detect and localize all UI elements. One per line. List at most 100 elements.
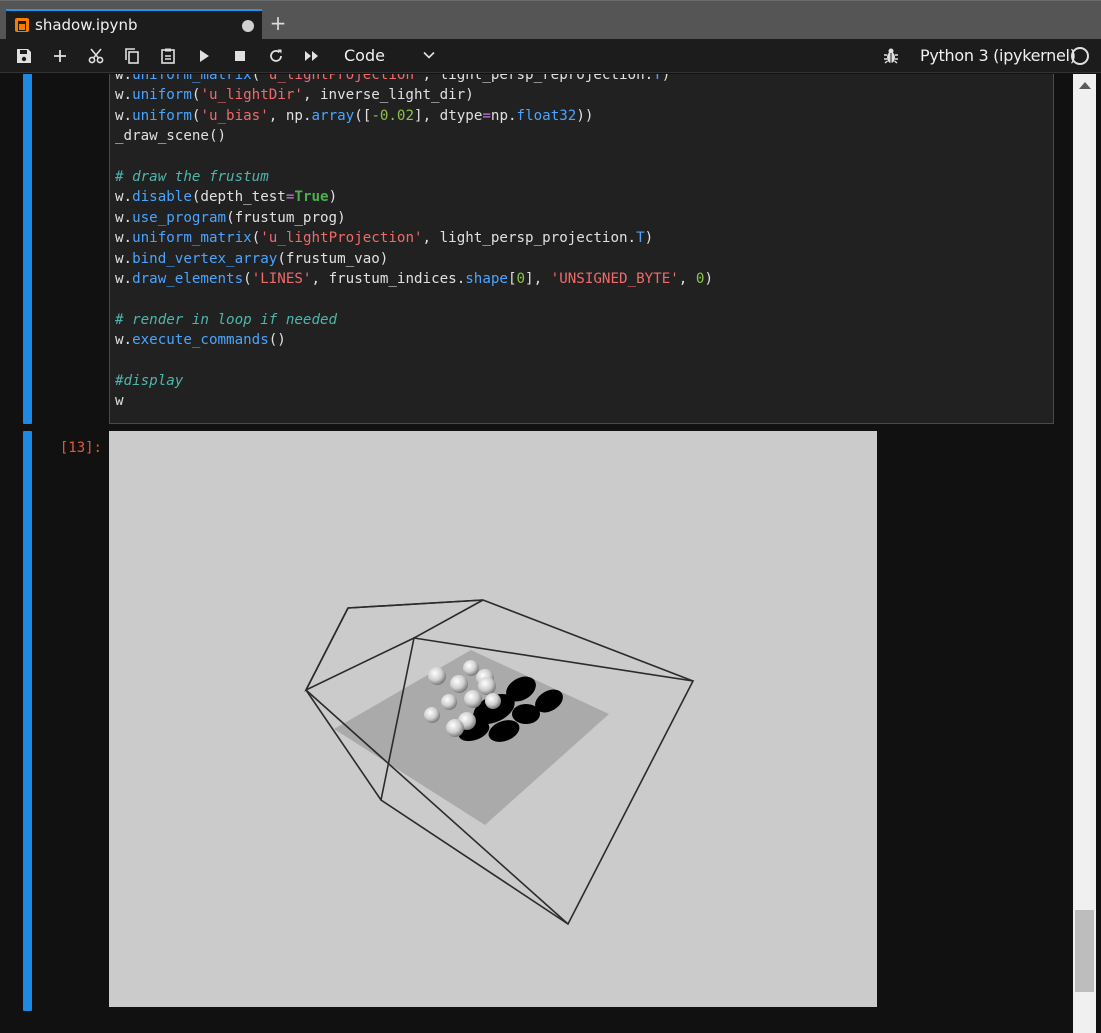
code-token: w. (115, 107, 133, 124)
code-line[interactable]: w.uniform('u_bias', np.array([-0.02], dt… (115, 106, 713, 126)
code-token: uniform (132, 87, 192, 104)
code-token: w. (115, 270, 133, 287)
code-token: w. (115, 209, 133, 226)
code-token: , frustum_indices. (311, 270, 466, 287)
notebook-tab[interactable]: shadow.ipynb (6, 9, 262, 40)
run-all-button[interactable] (299, 43, 325, 69)
insert-cell-button[interactable] (47, 43, 73, 69)
code-token: w. (115, 230, 133, 247)
interrupt-kernel-button[interactable] (227, 43, 253, 69)
kernel-name[interactable]: Python 3 (ipykernel) (920, 46, 1076, 65)
code-token: ( (251, 230, 261, 247)
code-token: draw_elements (132, 270, 244, 287)
cut-button[interactable] (83, 43, 109, 69)
code-token: (depth_test (191, 189, 286, 206)
code-token: , inverse_light_dir) (302, 87, 474, 104)
code-token: -0.02 (371, 107, 415, 124)
code-token: #display (115, 372, 184, 389)
save-button[interactable] (11, 43, 37, 69)
render-output[interactable] (109, 431, 877, 1007)
cut-icon (88, 48, 104, 64)
cell-type-dropdown[interactable]: Code (342, 44, 442, 68)
code-line[interactable]: w.uniform('u_lightDir', inverse_light_di… (115, 85, 713, 105)
code-line[interactable] (115, 147, 713, 167)
code-token: ( (251, 74, 261, 83)
code-line[interactable]: w.disable(depth_test=True) (115, 187, 713, 207)
code-line[interactable]: _draw_scene() (115, 126, 713, 146)
code-token: np. (490, 107, 517, 124)
code-line[interactable]: w.use_program(frustum_prog) (115, 208, 713, 228)
code-token: ) (704, 270, 713, 287)
chevron-down-icon (423, 51, 435, 59)
code-token: ], dtype (414, 107, 483, 124)
run-all-icon (305, 51, 318, 61)
bug-icon[interactable] (882, 47, 900, 65)
code-token: uniform (132, 107, 192, 124)
code-token: # draw the frustum (115, 168, 269, 185)
scroll-up-icon[interactable] (1079, 82, 1091, 89)
code-token: , (678, 270, 696, 287)
code-token: float32 (516, 107, 577, 124)
code-token: (frustum_prog) (226, 209, 346, 226)
scrollbar[interactable] (1073, 74, 1096, 1033)
output-collapser[interactable] (23, 431, 32, 1011)
new-tab-button[interactable]: + (265, 10, 291, 38)
notebook-icon (15, 18, 29, 32)
code-line[interactable] (115, 289, 713, 309)
code-token: T (653, 74, 662, 83)
code-token: uniform_matrix (132, 74, 252, 83)
code-line[interactable]: w.draw_elements('LINES', frustum_indices… (115, 269, 713, 289)
code-token: 'u_lightProjection' (260, 230, 423, 247)
scroll-thumb[interactable] (1075, 910, 1094, 992)
code-line[interactable]: #display (115, 371, 713, 391)
kernel-status-icon (1071, 47, 1089, 65)
code-token: w. (115, 332, 133, 349)
tab-bar: shadow.ipynb + (0, 0, 1101, 40)
code-token: , light_persp_reprojection. (422, 74, 654, 83)
code-line[interactable]: w.uniform_matrix('u_lightProjection', li… (115, 228, 713, 248)
code-line[interactable]: w.bind_vertex_array(frustum_vao) (115, 249, 713, 269)
code-token: array (311, 107, 355, 124)
cell-type-value: Code (344, 46, 385, 65)
code-editor[interactable]: w.uniform_matrix('u_lightProjection', li… (109, 74, 1054, 424)
code-token: _draw_scene() (115, 128, 227, 145)
code-token: # render in loop if needed (115, 311, 338, 328)
code-line[interactable]: # draw the frustum (115, 167, 713, 187)
code-line[interactable]: w (115, 391, 713, 411)
stop-icon (235, 51, 245, 61)
tab-title: shadow.ipynb (35, 16, 138, 34)
code-line[interactable]: w.execute_commands() (115, 330, 713, 350)
code-token: disable (132, 189, 192, 206)
code-line[interactable]: w.uniform_matrix('u_lightProjection', li… (115, 74, 713, 85)
input-collapser[interactable] (23, 74, 32, 424)
code-token: w. (115, 87, 133, 104)
code-token: uniform_matrix (132, 230, 252, 247)
code-token: ) (661, 74, 671, 83)
code-token: = (482, 107, 491, 124)
paste-button[interactable] (155, 43, 181, 69)
code-token: ) (644, 230, 654, 247)
unsaved-indicator-icon[interactable] (242, 20, 254, 32)
restart-kernel-button[interactable] (263, 43, 289, 69)
code-token: 0 (516, 270, 526, 287)
code-token: 'u_lightProjection' (260, 74, 423, 83)
copy-icon (125, 48, 139, 64)
code-token: () (268, 332, 286, 349)
code-token: w (115, 393, 124, 410)
code-token: use_program (132, 209, 227, 226)
scene-render (109, 431, 877, 1007)
code-line[interactable] (115, 350, 713, 370)
run-cell-button[interactable] (191, 43, 217, 69)
code-token: ( (243, 270, 252, 287)
code-token: w. (115, 250, 133, 267)
code-token: [ (507, 270, 517, 287)
code-token: ], (525, 270, 551, 287)
restart-icon (270, 49, 282, 62)
code-token: bind_vertex_array (132, 250, 278, 267)
notebook-toolbar: Code Python 3 (ipykernel) (0, 39, 1101, 73)
output-prompt: [13]: (59, 440, 102, 456)
code-token: True (294, 189, 329, 206)
code-token: 'u_lightDir' (200, 87, 303, 104)
copy-button[interactable] (119, 43, 145, 69)
code-line[interactable]: # render in loop if needed (115, 310, 713, 330)
